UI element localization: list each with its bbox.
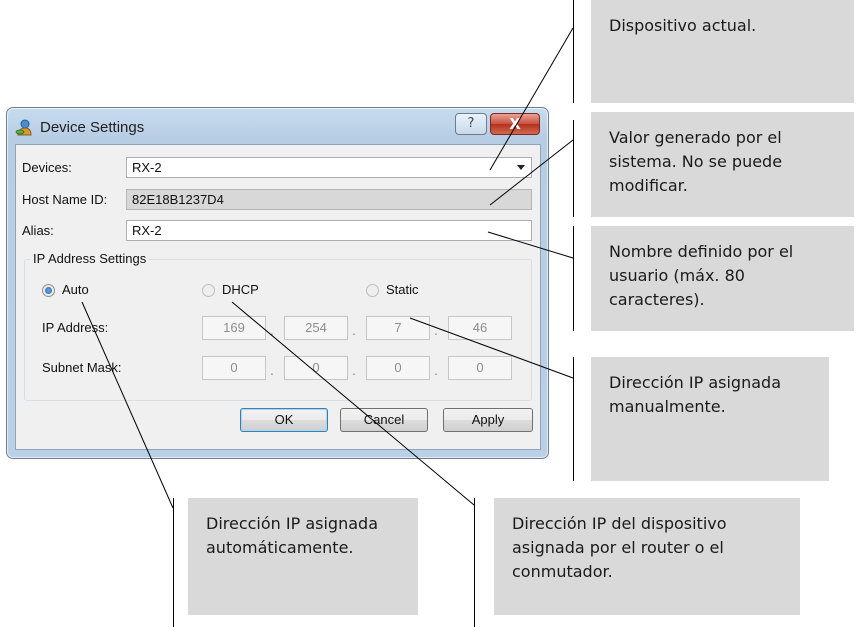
leader-line-static — [409, 317, 574, 379]
leader-line-host — [489, 139, 574, 206]
leader-line-dhcp — [231, 301, 475, 506]
leader-lines — [81, 27, 574, 509]
leader-line-auto — [81, 301, 174, 509]
leader-line-devices — [489, 27, 574, 171]
leader-line-alias — [487, 231, 574, 259]
